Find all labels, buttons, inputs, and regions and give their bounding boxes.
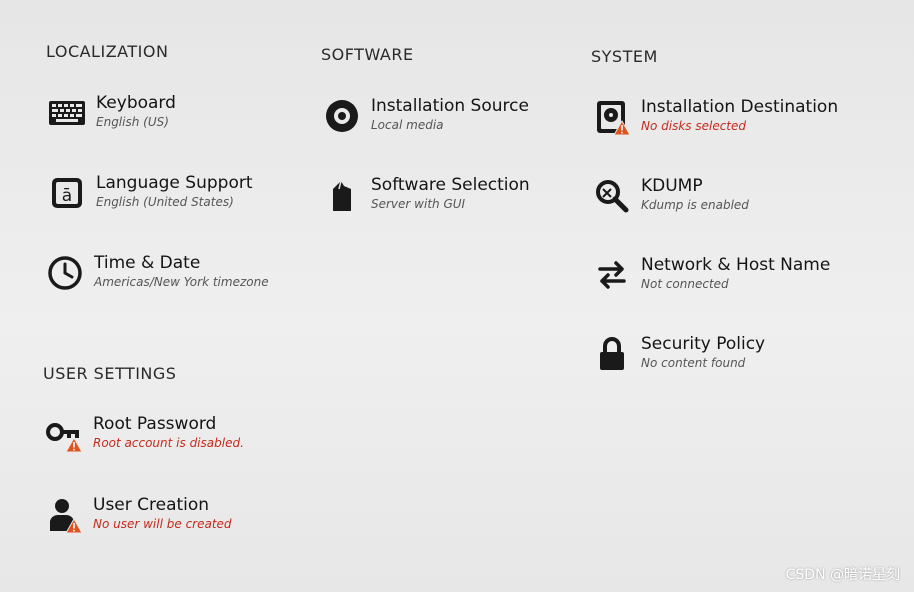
spoke-security-policy[interactable]: Security Policy No content found (593, 334, 765, 373)
software-selection-status: Server with GUI (371, 197, 466, 211)
spoke-kdump[interactable]: KDUMP Kdump is enabled (593, 176, 749, 215)
user-creation-status: No user will be created (93, 517, 232, 531)
search-icon (593, 177, 631, 215)
spoke-root-password[interactable]: Root Password Root account is disabled. (45, 414, 244, 453)
section-user-settings: USER SETTINGS (43, 364, 177, 383)
spoke-network-host[interactable]: Network & Host Name Not connected (593, 255, 830, 294)
section-localization: LOCALIZATION (46, 42, 169, 61)
spoke-time-date[interactable]: Time & Date Americas/New York timezone (46, 253, 269, 292)
hard-disk-icon (593, 98, 631, 136)
key-icon (45, 415, 83, 453)
installation-source-title: Installation Source (371, 96, 529, 116)
spoke-installation-destination[interactable]: Installation Destination No disks select… (593, 97, 838, 136)
network-status: Not connected (641, 277, 729, 291)
disc-icon (323, 97, 361, 135)
kdump-title: KDUMP (641, 176, 703, 196)
user-creation-title: User Creation (93, 495, 210, 515)
keyboard-status: English (US) (96, 115, 169, 129)
network-arrows-icon (593, 256, 631, 294)
language-status: English (United States) (96, 195, 234, 209)
section-software: SOFTWARE (321, 45, 414, 64)
spoke-software-selection[interactable]: Software Selection Server with GUI (323, 175, 530, 214)
security-policy-status: No content found (641, 356, 746, 370)
package-icon (323, 176, 361, 214)
warning-icon (65, 518, 83, 534)
time-date-status: Americas/New York timezone (94, 275, 269, 289)
time-date-title: Time & Date (94, 253, 201, 273)
root-password-status: Root account is disabled. (93, 436, 244, 450)
installation-destination-title: Installation Destination (641, 97, 839, 117)
keyboard-title: Keyboard (96, 93, 176, 113)
software-selection-title: Software Selection (371, 175, 530, 195)
language-title: Language Support (96, 173, 253, 193)
section-system: SYSTEM (591, 47, 658, 66)
language-icon: ā (48, 174, 86, 212)
spoke-language-support[interactable]: ā Language Support English (United State… (48, 173, 253, 212)
root-password-title: Root Password (93, 414, 217, 434)
installation-destination-status: No disks selected (641, 119, 747, 133)
keyboard-icon (48, 94, 86, 132)
clock-icon (46, 254, 84, 292)
spoke-user-creation[interactable]: User Creation No user will be created (45, 495, 232, 534)
warning-icon (65, 437, 83, 453)
kdump-status: Kdump is enabled (641, 198, 749, 212)
network-title: Network & Host Name (641, 255, 831, 275)
warning-icon (613, 120, 631, 136)
spoke-keyboard[interactable]: Keyboard English (US) (48, 93, 176, 132)
lock-icon (593, 335, 631, 373)
security-policy-title: Security Policy (641, 334, 766, 354)
svg-text:ā: ā (62, 186, 72, 206)
spoke-installation-source[interactable]: Installation Source Local media (323, 96, 529, 135)
installation-source-status: Local media (371, 118, 444, 132)
watermark: CSDN @暗诺星刻 (785, 567, 900, 583)
user-icon (45, 496, 83, 534)
